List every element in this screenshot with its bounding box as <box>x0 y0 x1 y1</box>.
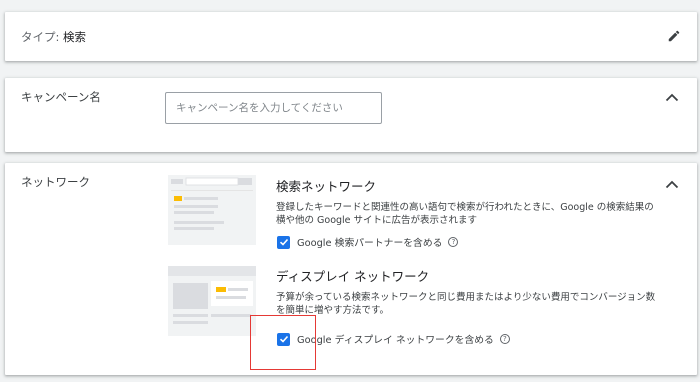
display-network-option[interactable]: Google ディスプレイ ネットワークを含める ? <box>277 332 510 346</box>
campaign-type-card: タイプ: 検索 <box>5 12 697 61</box>
search-partners-option[interactable]: Google 検索パートナーを含める ? <box>277 235 459 249</box>
search-network-description: 登録したキーワードと関連性の高い語句で検索が行われたときに、Google の検索… <box>276 202 654 226</box>
chevron-up-icon[interactable] <box>665 179 679 189</box>
search-network-title: 検索ネットワーク <box>276 179 377 194</box>
display-network-description: 予算が余っている検索ネットワークと同じ費用またはより少ない費用でコンバージョン数… <box>276 292 656 316</box>
search-partners-label: Google 検索パートナーを含める <box>297 238 443 249</box>
help-circle-icon[interactable]: ? <box>499 334 510 344</box>
campaign-type-key: タイプ: <box>21 30 60 44</box>
network-card: ネットワーク 検索ネットワーク 登録したキーワードと関連性の高い語句で検索が行わ… <box>5 163 697 375</box>
display-network-label: Google ディスプレイ ネットワークを含める <box>297 335 494 346</box>
campaign-type-label: タイプ: 検索 <box>21 29 86 45</box>
search-partners-checkbox[interactable] <box>277 235 290 249</box>
campaign-type-value: 検索 <box>63 30 87 44</box>
chevron-up-icon[interactable] <box>665 92 679 102</box>
network-label: ネットワーク <box>21 175 90 189</box>
search-network-illustration <box>168 175 256 245</box>
pencil-icon[interactable] <box>667 29 681 43</box>
campaign-name-card: キャンペーン名 <box>5 78 697 152</box>
display-network-checkbox[interactable] <box>277 332 290 346</box>
help-circle-icon[interactable]: ? <box>448 237 459 247</box>
check-icon <box>279 238 288 246</box>
display-network-title: ディスプレイ ネットワーク <box>276 269 430 284</box>
campaign-name-input[interactable] <box>165 92 382 124</box>
display-network-illustration <box>168 266 256 336</box>
campaign-name-label: キャンペーン名 <box>21 90 101 104</box>
check-icon <box>279 335 288 343</box>
